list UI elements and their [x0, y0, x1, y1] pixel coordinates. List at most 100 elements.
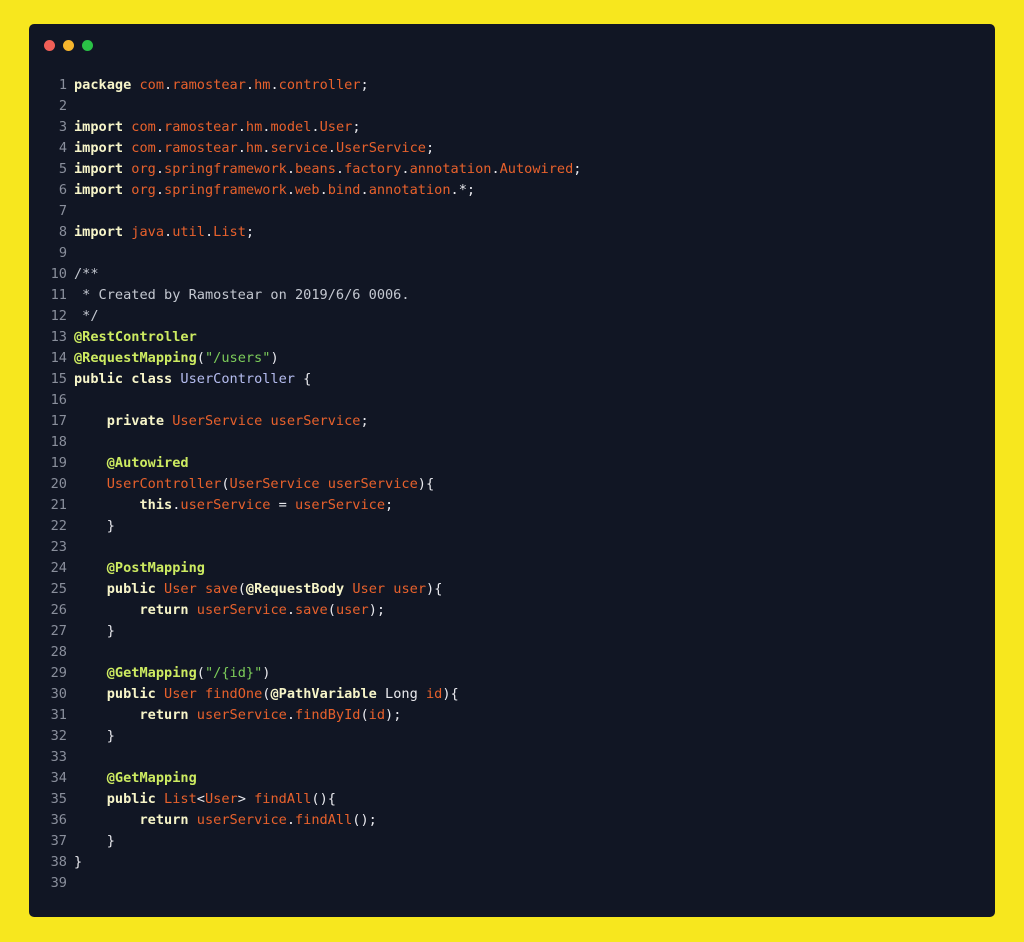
code-token: .	[286, 812, 295, 828]
code-token: .	[164, 77, 173, 93]
code-token: ;	[385, 497, 394, 513]
code-token: springframework	[164, 182, 287, 198]
code-line: 17 private UserService userService;	[29, 411, 995, 432]
code-token: Autowired	[499, 161, 574, 177]
code-token: @PostMapping	[106, 560, 205, 576]
code-text: @GetMapping	[74, 768, 197, 789]
code-token: service	[270, 140, 328, 156]
code-token: ;	[425, 140, 435, 156]
code-token: .	[286, 161, 295, 177]
maximize-dot-icon[interactable]	[82, 40, 93, 51]
code-token: class	[131, 371, 173, 387]
code-token: ){	[442, 686, 459, 702]
code-token: .	[164, 224, 173, 240]
code-token: findOne	[204, 686, 263, 702]
code-token: User	[164, 686, 197, 702]
line-number: 18	[50, 434, 67, 450]
line-number: 29	[50, 665, 67, 681]
close-dot-icon[interactable]	[44, 40, 55, 51]
code-token: }	[74, 518, 115, 534]
code-token: .	[155, 119, 165, 135]
code-token: /**	[74, 266, 99, 282]
code-text: import org.springframework.web.bind.anno…	[74, 180, 475, 201]
code-token: (	[196, 665, 205, 681]
code-token: ;	[245, 224, 255, 240]
line-number: 16	[50, 392, 67, 408]
code-token: @RestController	[74, 329, 197, 345]
code-token: userService	[270, 413, 361, 429]
line-number: 12	[50, 308, 67, 324]
code-line: 4 import com.ramostear.hm.service.UserSer…	[29, 138, 995, 159]
code-text: return userService.findById(id);	[74, 705, 401, 726]
code-token: private	[106, 413, 165, 429]
code-line: 22 }	[29, 516, 995, 537]
code-text: public class UserController {	[74, 369, 311, 390]
code-token: userService	[327, 476, 418, 492]
code-token: user	[393, 581, 427, 597]
code-token: hm	[245, 140, 263, 156]
code-text: import com.ramostear.hm.service.UserServ…	[74, 138, 434, 159]
code-token: import	[74, 182, 124, 198]
code-line: 8 import java.util.List;	[29, 222, 995, 243]
code-token: List	[213, 224, 246, 240]
code-token: ramostear	[172, 77, 246, 93]
code-token: }	[74, 833, 115, 849]
code-token: model	[270, 119, 312, 135]
code-token: ();	[352, 812, 377, 828]
code-token: {	[294, 371, 312, 387]
minimize-dot-icon[interactable]	[63, 40, 74, 51]
code-line: 32 }	[29, 726, 995, 747]
line-number: 10	[50, 266, 67, 282]
code-token: return	[139, 602, 189, 618]
line-number: 35	[50, 791, 67, 807]
code-token: import	[74, 161, 124, 177]
code-text: public User findOne(@PathVariable Long i…	[74, 684, 459, 705]
window-controls	[44, 40, 93, 51]
code-token: .	[270, 77, 279, 93]
code-token: util	[172, 224, 205, 240]
code-token: ){	[417, 476, 435, 492]
code-line: 26 return userService.save(user);	[29, 600, 995, 621]
code-token: public	[74, 371, 124, 387]
code-text: @Autowired	[74, 453, 189, 474]
code-token: public	[106, 791, 156, 807]
code-token: com	[131, 119, 156, 135]
code-token: ;	[352, 119, 361, 135]
code-token: );	[368, 602, 386, 618]
code-line: 27 }	[29, 621, 995, 642]
code-token: id	[368, 707, 386, 723]
code-line: 19 @Autowired	[29, 453, 995, 474]
code-token: controller	[278, 77, 361, 93]
code-token: */	[74, 308, 99, 324]
code-token: List	[164, 791, 197, 807]
code-token: hm	[245, 119, 263, 135]
code-token: springframework	[164, 161, 287, 177]
code-line: 16	[29, 390, 995, 411]
code-line: 30 public User findOne(@PathVariable Lon…	[29, 684, 995, 705]
code-token: >	[237, 791, 255, 807]
code-line: 2	[29, 96, 995, 117]
line-number: 24	[50, 560, 67, 576]
code-token: .	[204, 224, 214, 240]
code-line: 23	[29, 537, 995, 558]
code-text: return userService.save(user);	[74, 600, 385, 621]
code-line: 1 package com.ramostear.hm.controller;	[29, 75, 995, 96]
line-number: 31	[50, 707, 67, 723]
code-text: }	[74, 831, 115, 852]
code-token: bind	[327, 182, 361, 198]
code-token: .	[286, 182, 295, 198]
code-token: .	[327, 140, 336, 156]
code-text: }	[74, 852, 82, 873]
line-number: 23	[50, 539, 67, 555]
code-text: @RestController	[74, 327, 197, 348]
code-token: UserController	[180, 371, 295, 387]
